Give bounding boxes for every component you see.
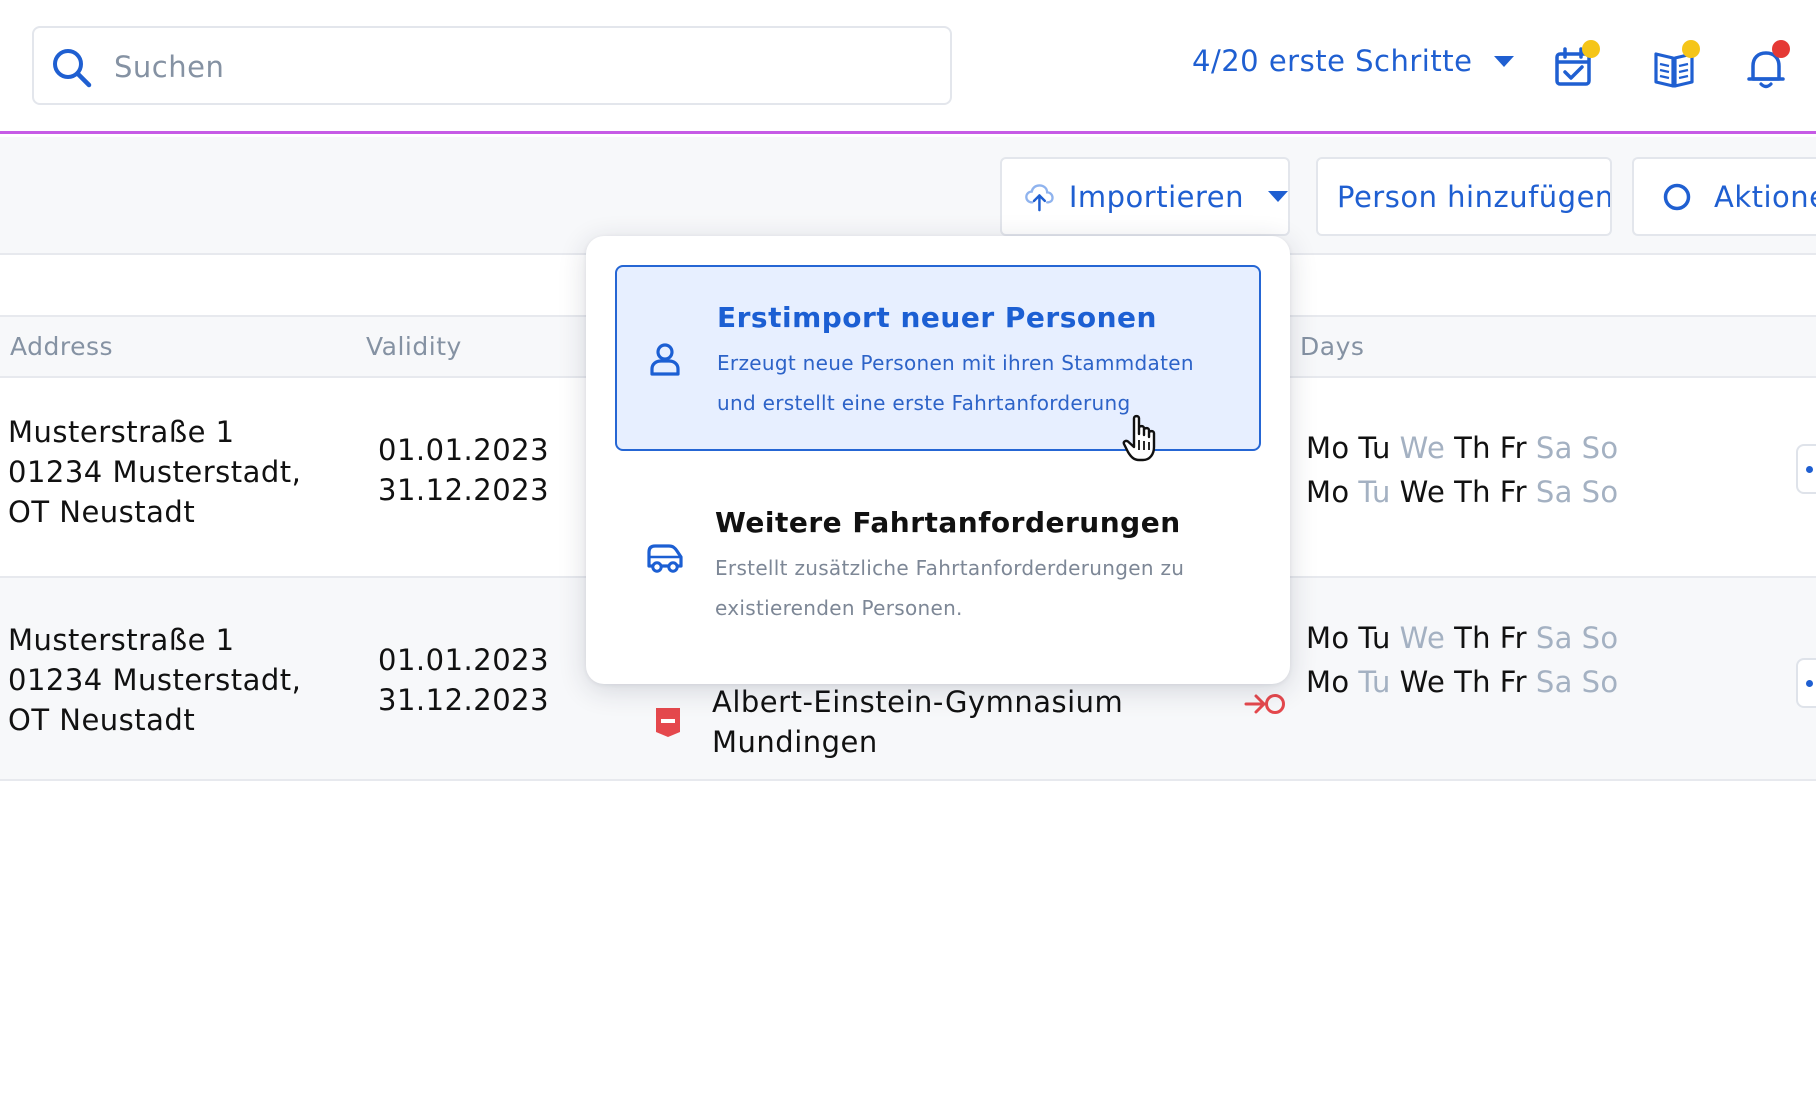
valid-to: 31.12.2023 [378, 683, 550, 717]
address-street: Musterstraße 1 [8, 623, 235, 657]
menu-item-title: Weitere Fahrtanforderungen [715, 506, 1181, 539]
chevron-down-icon [1494, 55, 1515, 67]
column-header-validity: Validity [366, 332, 462, 361]
search-input[interactable]: Suchen [32, 26, 952, 105]
weekday-mo: Mo [1306, 621, 1350, 655]
school-town: Mundingen [712, 725, 878, 759]
days-cell: Mo Tu We Th Fr Sa So Mo Tu We Th Fr Sa So [1306, 426, 1627, 514]
address-city: 01234 Musterstadt, [8, 663, 302, 697]
search-placeholder: Suchen [114, 50, 225, 84]
notification-badge [1772, 40, 1790, 58]
circle-icon [1663, 183, 1691, 210]
actions-button-label: Aktionen [1714, 179, 1816, 214]
guide-button[interactable] [1652, 40, 1700, 90]
weekday-th: Th [1454, 431, 1491, 465]
person-icon [650, 343, 680, 376]
weekday-sa: Sa [1535, 665, 1573, 699]
address-street: Musterstraße 1 [8, 415, 235, 449]
notification-badge [1582, 40, 1600, 58]
menu-item-description: Erstellt zusätzliche Fahrtanforderderung… [715, 556, 1185, 620]
weekday-we: We [1399, 665, 1446, 699]
days-line: Mo Tu We Th Fr Sa So [1306, 470, 1627, 514]
car-icon [647, 544, 683, 573]
weekday-sa: Sa [1535, 621, 1573, 655]
weekday-fr: Fr [1499, 665, 1527, 699]
notifications-button[interactable] [1744, 40, 1790, 90]
import-button[interactable]: Importieren [1000, 157, 1290, 236]
row-action-button[interactable] [1796, 444, 1816, 494]
weekday-mo: Mo [1306, 665, 1350, 699]
weekday-tu: Tu [1358, 665, 1391, 699]
actions-button[interactable]: Aktionen [1632, 157, 1816, 236]
import-button-label: Importieren [1068, 179, 1244, 214]
import-dropdown-menu: Erstimport neuer Personen Erzeugt neue P… [586, 236, 1290, 684]
weekday-sa: Sa [1535, 431, 1573, 465]
address-district: OT Neustadt [8, 495, 196, 529]
weekday-mo: Mo [1306, 475, 1350, 509]
weekday-th: Th [1454, 475, 1491, 509]
row-action-button[interactable] [1796, 658, 1816, 708]
weekday-so: So [1581, 475, 1619, 509]
weekday-so: So [1581, 621, 1619, 655]
cloud-upload-icon [1025, 183, 1054, 211]
valid-from: 01.01.2023 [378, 643, 550, 677]
weekday-th: Th [1454, 621, 1491, 655]
weekday-sa: Sa [1535, 475, 1573, 509]
school-marker-icon [656, 708, 680, 737]
weekday-tu: Tu [1358, 621, 1391, 655]
validity-cell: 01.01.2023 31.12.2023 [378, 430, 549, 510]
column-header-address: Address [10, 332, 114, 361]
address-city: 01234 Musterstadt, [8, 455, 302, 489]
tasks-button[interactable] [1552, 40, 1600, 90]
weekday-fr: Fr [1499, 475, 1527, 509]
top-bar: Suchen 4/20 erste Schritte [0, 0, 1816, 134]
chevron-down-icon [1268, 191, 1288, 202]
column-header-days: Days [1300, 332, 1365, 361]
validity-cell: 01.01.2023 31.12.2023 [378, 640, 549, 720]
onboarding-steps-dropdown[interactable]: 4/20 erste Schritte [1192, 44, 1515, 78]
weekday-we: We [1399, 431, 1446, 465]
valid-from: 01.01.2023 [378, 433, 550, 467]
address-cell: Musterstraße 1 01234 Musterstadt, OT Neu… [8, 620, 301, 740]
school-name: Albert-Einstein-Gymnasium [712, 685, 1124, 719]
days-cell: Mo Tu We Th Fr Sa So Mo Tu We Th Fr Sa So [1306, 616, 1627, 704]
weekday-fr: Fr [1499, 431, 1527, 465]
hand-cursor-icon [1122, 414, 1156, 462]
school-cell: Albert-Einstein-Gymnasium Mundingen [712, 682, 1123, 762]
weekday-fr: Fr [1499, 621, 1527, 655]
address-cell: Musterstraße 1 01234 Musterstadt, OT Neu… [8, 412, 301, 532]
weekday-tu: Tu [1358, 475, 1391, 509]
weekday-tu: Tu [1358, 431, 1391, 465]
menu-item-further-requests[interactable]: Weitere Fahrtanforderungen Erstellt zusä… [615, 470, 1261, 656]
notification-badge [1682, 40, 1700, 58]
days-line: Mo Tu We Th Fr Sa So [1306, 660, 1627, 704]
days-line: Mo Tu We Th Fr Sa So [1306, 616, 1627, 660]
weekday-we: We [1399, 475, 1446, 509]
weekday-so: So [1581, 431, 1619, 465]
search-icon [53, 49, 92, 88]
weekday-mo: Mo [1306, 431, 1350, 465]
add-person-button-label: Person hinzufügen [1337, 179, 1612, 214]
onboarding-steps-label: 4/20 erste Schritte [1192, 44, 1473, 78]
days-line: Mo Tu We Th Fr Sa So [1306, 426, 1627, 470]
weekday-so: So [1581, 665, 1619, 699]
valid-to: 31.12.2023 [378, 473, 550, 507]
add-person-button[interactable]: Person hinzufügen [1316, 157, 1612, 236]
route-arrow-icon [1244, 694, 1285, 714]
weekday-we: We [1399, 621, 1446, 655]
address-district: OT Neustadt [8, 703, 196, 737]
weekday-th: Th [1454, 665, 1491, 699]
menu-item-description: Erzeugt neue Personen mit ihren Stammdat… [717, 351, 1194, 415]
menu-item-title: Erstimport neuer Personen [717, 301, 1157, 334]
